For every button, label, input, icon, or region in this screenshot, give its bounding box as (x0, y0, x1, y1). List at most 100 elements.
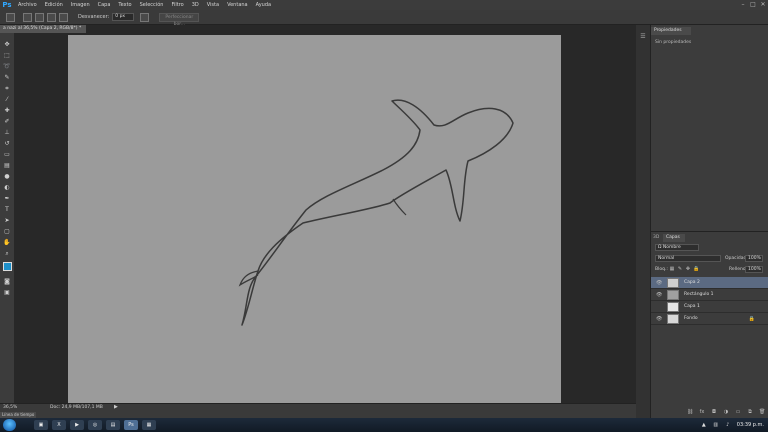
healing-brush-tool-icon[interactable]: ✚ (3, 107, 11, 115)
move-tool-icon[interactable]: ✥ (3, 41, 11, 49)
no-properties-message: Sin propiedades (655, 40, 692, 45)
blur-tool-icon[interactable]: ● (3, 173, 11, 181)
chrome-taskbar-icon[interactable]: ◎ (88, 420, 102, 430)
shape-tool-icon[interactable]: ▢ (3, 228, 11, 236)
layer-row[interactable]: 👁 Rectángulo 1 (651, 289, 768, 301)
refine-edge-button[interactable]: Perfeccionar bor... (159, 12, 200, 27)
lasso-tool-icon[interactable]: ➰ (3, 63, 11, 71)
lasso-preset-icon[interactable] (6, 12, 15, 22)
visibility-eye-icon[interactable]: 👁 (656, 292, 662, 298)
new-group-icon[interactable]: ▭ (735, 409, 741, 415)
menu-ayuda[interactable]: Ayuda (252, 0, 275, 10)
link-layers-icon[interactable]: ⛓ (687, 409, 693, 415)
delete-layer-icon[interactable]: 🗑 (759, 409, 765, 415)
zoom-tool-icon[interactable]: ⌕ (3, 250, 11, 258)
visibility-eye-icon[interactable]: 👁 (656, 304, 662, 310)
layer-thumbnail (667, 302, 679, 312)
opacity-input[interactable]: 100% (745, 255, 763, 262)
layer-row[interactable]: 👁 Capa 2 (651, 277, 768, 289)
menu-seleccion[interactable]: Selección (136, 0, 168, 10)
menu-ventana[interactable]: Ventana (223, 0, 252, 10)
lock-pixels-icon[interactable]: ✎ (677, 266, 683, 272)
photoshop-logo: Ps (2, 1, 12, 9)
clock[interactable]: 03:39 p.m. (737, 422, 764, 428)
document-canvas[interactable] (68, 35, 561, 403)
blend-mode-select[interactable]: Normal (655, 255, 721, 262)
lock-label: Bloq.: (655, 267, 668, 272)
layer-row[interactable]: 👁 Fondo 🔒 (651, 313, 768, 325)
windows-taskbar: ▣ X ▶ ◎ ▤ Ps ▦ ▲ ▥ ♪ 03:39 p.m. (0, 418, 768, 432)
layer-style-icon[interactable]: fx (699, 409, 705, 415)
app-taskbar-icon[interactable]: ▦ (142, 420, 156, 430)
menu-texto[interactable]: Texto (114, 0, 135, 10)
network-icon[interactable]: ▥ (713, 422, 719, 428)
quick-mask-icon[interactable]: ◙ (3, 278, 11, 286)
volume-icon[interactable]: ♪ (725, 422, 731, 428)
menu-edicion[interactable]: Edición (41, 0, 67, 10)
clone-stamp-tool-icon[interactable]: ⊥ (3, 129, 11, 137)
visibility-eye-icon[interactable]: 👁 (656, 280, 662, 286)
document-tab[interactable]: a nazi al 36,5% (Capa 2, RGB/8*) * (0, 25, 86, 33)
marquee-tool-icon[interactable]: ⬚ (3, 52, 11, 60)
new-selection-icon[interactable] (23, 12, 32, 22)
hand-tool-icon[interactable]: ✋ (3, 239, 11, 247)
crop-tool-icon[interactable]: ⌗ (3, 85, 11, 93)
screen-mode-icon[interactable]: ▣ (3, 289, 11, 297)
media-player-taskbar-icon[interactable]: ▶ (70, 420, 84, 430)
lock-transparency-icon[interactable]: ▦ (669, 266, 675, 272)
type-tool-icon[interactable]: T (3, 206, 11, 214)
zoom-level[interactable]: 36,5% (3, 405, 17, 410)
brush-tool-icon[interactable]: ✐ (3, 118, 11, 126)
menu-archivo[interactable]: Archivo (14, 0, 41, 10)
path-selection-tool-icon[interactable]: ➤ (3, 217, 11, 225)
start-button[interactable] (3, 419, 16, 431)
adjustment-layer-icon[interactable]: ◑ (723, 409, 729, 415)
gradient-tool-icon[interactable]: ▤ (3, 162, 11, 170)
feather-input[interactable]: 0 px (112, 13, 135, 21)
history-brush-tool-icon[interactable]: ↺ (3, 140, 11, 148)
new-layer-icon[interactable]: ⧉ (747, 409, 753, 415)
add-selection-icon[interactable] (35, 12, 44, 22)
foreground-color-swatch[interactable] (3, 262, 12, 271)
panel-dock-strip: ☰ (636, 25, 650, 418)
canvas-area (14, 33, 636, 403)
layer-filter-select[interactable]: Ω Nombre (655, 244, 699, 251)
properties-dock-icon[interactable]: ☰ (639, 33, 647, 41)
add-mask-icon[interactable]: ◘ (711, 409, 717, 415)
eraser-tool-icon[interactable]: ▭ (3, 151, 11, 159)
dodge-tool-icon[interactable]: ◐ (3, 184, 11, 192)
antialias-icon[interactable] (140, 12, 150, 22)
properties-tab[interactable]: Propiedades (651, 27, 691, 35)
explorer-folder-taskbar-icon[interactable]: ▤ (106, 420, 120, 430)
menu-imagen[interactable]: Imagen (67, 0, 94, 10)
pen-tool-icon[interactable]: ✒ (3, 195, 11, 203)
subtract-selection-icon[interactable] (47, 12, 56, 22)
excel-taskbar-icon[interactable]: X (52, 420, 66, 430)
layer-lock-icon: 🔒 (748, 316, 755, 322)
tray-up-arrow-icon[interactable]: ▲ (701, 422, 707, 428)
tab-3d[interactable]: 3D (653, 234, 663, 242)
photoshop-taskbar-icon[interactable]: Ps (124, 420, 138, 430)
menu-3d[interactable]: 3D (188, 0, 203, 10)
explorer-taskbar-icon[interactable]: ▣ (34, 420, 48, 430)
tab-layers[interactable]: Capas (663, 234, 685, 242)
lock-position-icon[interactable]: ✥ (685, 266, 691, 272)
layers-panel-footer: ⛓ fx ◘ ◑ ▭ ⧉ 🗑 (651, 406, 768, 418)
close-button[interactable]: ✕ (758, 0, 768, 10)
fill-input[interactable]: 100% (745, 266, 763, 273)
minimize-button[interactable]: – (738, 0, 748, 10)
quick-select-tool-icon[interactable]: ✎ (3, 74, 11, 82)
eyedropper-tool-icon[interactable]: ⁄ (3, 96, 11, 104)
status-bar: 36,5% Doc: 24,9 MB/107,1 MB ▶ (0, 403, 636, 412)
intersect-selection-icon[interactable] (59, 12, 68, 22)
layer-row[interactable]: 👁 Capa 1 (651, 301, 768, 313)
visibility-eye-icon[interactable]: 👁 (656, 316, 662, 322)
layer-thumbnail (667, 290, 679, 300)
menu-vista[interactable]: Vista (203, 0, 223, 10)
shark-pectoral-fin (392, 198, 407, 216)
maximize-button[interactable]: □ (748, 0, 758, 10)
menu-filtro[interactable]: Filtro (167, 0, 187, 10)
menu-capa[interactable]: Capa (94, 0, 115, 10)
lock-all-icon[interactable]: 🔒 (693, 266, 699, 272)
status-menu-arrow-icon[interactable]: ▶ (114, 404, 118, 410)
